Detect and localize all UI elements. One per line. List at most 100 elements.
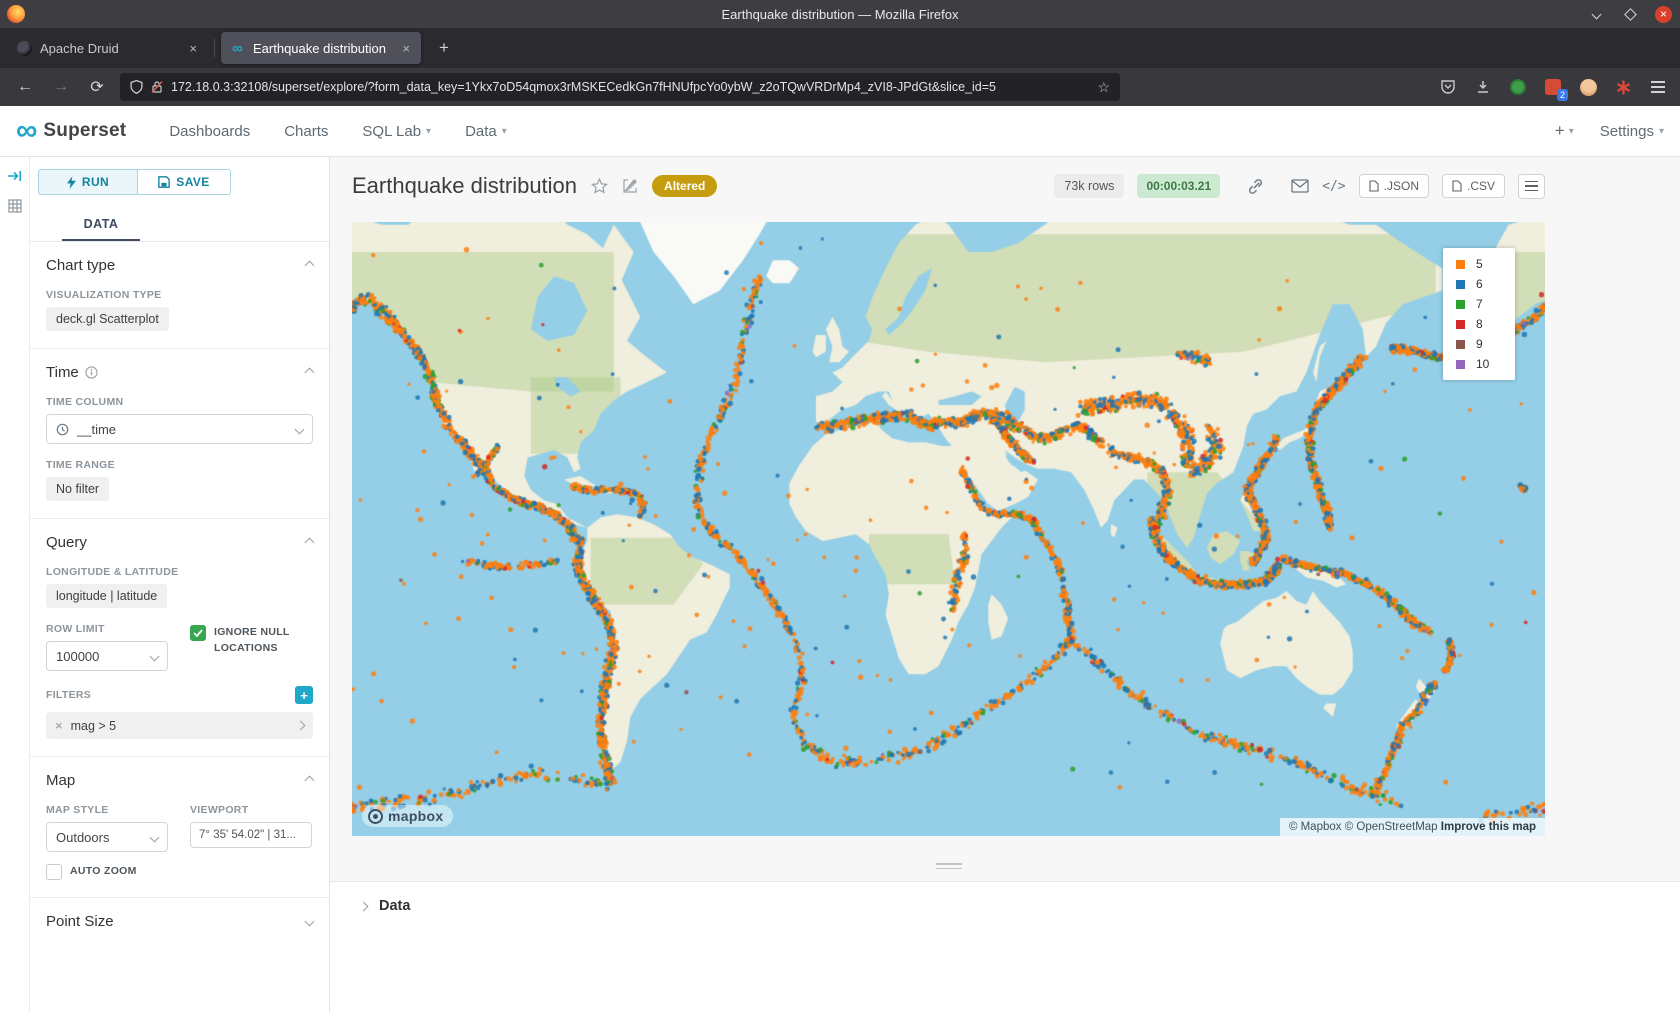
export-csv-button[interactable]: .CSV bbox=[1442, 174, 1505, 198]
ignore-null-checkbox[interactable] bbox=[190, 625, 206, 641]
tab-close-icon[interactable]: × bbox=[400, 41, 412, 56]
edit-properties-icon[interactable] bbox=[622, 178, 638, 194]
nav-dashboards[interactable]: Dashboards bbox=[169, 123, 250, 140]
new-item-menu[interactable]: +▾ bbox=[1555, 121, 1574, 141]
save-icon bbox=[158, 176, 170, 188]
viz-type-label: VISUALIZATION TYPE bbox=[46, 289, 313, 301]
export-json-button[interactable]: .JSON bbox=[1359, 174, 1429, 198]
section-chart-type: Chart type VISUALIZATION TYPE deck.gl Sc… bbox=[30, 242, 329, 349]
toolbar-extensions: 2 bbox=[1438, 77, 1668, 97]
tab-data[interactable]: DATA bbox=[62, 208, 140, 241]
forward-button[interactable]: → bbox=[48, 74, 74, 100]
dataset-grid-icon[interactable] bbox=[8, 199, 22, 213]
reload-button[interactable]: ⟳ bbox=[84, 74, 110, 100]
row-limit-label: ROW LIMIT bbox=[46, 623, 168, 635]
share-link-icon[interactable] bbox=[1247, 178, 1264, 195]
legend-item: 6 bbox=[1456, 277, 1515, 291]
legend-item: 5 bbox=[1456, 257, 1515, 271]
account-avatar-icon[interactable] bbox=[1578, 77, 1598, 97]
time-range-label: TIME RANGE bbox=[46, 459, 313, 471]
mapbox-logo[interactable]: mapbox bbox=[362, 805, 453, 827]
datasource-icon-strip bbox=[0, 157, 30, 1012]
back-button[interactable]: ← bbox=[12, 74, 38, 100]
extension-green-icon[interactable] bbox=[1508, 77, 1528, 97]
section-header[interactable]: Query bbox=[46, 534, 313, 551]
tab-close-icon[interactable]: × bbox=[187, 41, 199, 56]
results-panel-title: Data bbox=[379, 898, 410, 914]
save-button[interactable]: SAVE bbox=[138, 169, 231, 195]
expand-panel-icon[interactable] bbox=[7, 169, 22, 183]
extension-red-asterisk-icon[interactable] bbox=[1613, 77, 1633, 97]
filter-value: mag > 5 bbox=[71, 719, 117, 733]
chevron-up-icon bbox=[305, 538, 315, 548]
bookmark-star-icon[interactable]: ☆ bbox=[1097, 79, 1110, 96]
tab-apache-druid[interactable]: Apache Druid × bbox=[8, 32, 208, 64]
auto-zoom-checkbox[interactable] bbox=[46, 864, 62, 880]
chevron-up-icon bbox=[305, 368, 315, 378]
chevron-down-icon bbox=[150, 832, 160, 842]
app-menu-icon[interactable] bbox=[1648, 77, 1668, 97]
nav-sql-lab[interactable]: SQL Lab▾ bbox=[362, 123, 431, 140]
pocket-icon[interactable] bbox=[1438, 77, 1458, 97]
firefox-logo-icon bbox=[7, 5, 25, 23]
viewport-value[interactable]: 7° 35' 54.02" | 31... bbox=[190, 822, 312, 848]
map-style-select[interactable]: Outdoors bbox=[46, 822, 168, 852]
time-range-value[interactable]: No filter bbox=[46, 477, 109, 501]
row-limit-select[interactable]: 100000 bbox=[46, 641, 168, 671]
section-header[interactable]: Point Size bbox=[46, 913, 313, 930]
brand-name: Superset bbox=[43, 120, 126, 142]
downloads-icon[interactable] bbox=[1473, 77, 1493, 97]
caret-down-icon: ▾ bbox=[1659, 126, 1664, 137]
url-text[interactable]: 172.18.0.3:32108/superset/explore/?form_… bbox=[171, 80, 1089, 94]
section-header[interactable]: Chart type bbox=[46, 257, 313, 274]
window-minimize-button[interactable] bbox=[1587, 5, 1605, 23]
extension-badge: 2 bbox=[1557, 89, 1568, 101]
check-icon bbox=[193, 629, 203, 637]
tracking-protection-shield-icon[interactable] bbox=[130, 80, 143, 94]
results-panel-header[interactable]: Data bbox=[360, 898, 1680, 914]
filter-chip[interactable]: × mag > 5 bbox=[46, 712, 313, 739]
nav-charts[interactable]: Charts bbox=[284, 123, 328, 140]
lonlat-value[interactable]: longitude | latitude bbox=[46, 584, 167, 608]
map-canvas[interactable] bbox=[352, 222, 1545, 836]
explore-control-panel: RUN SAVE DATA Chart type VISUALIZATION T… bbox=[30, 157, 330, 1012]
caret-down-icon: ▾ bbox=[1569, 126, 1574, 137]
time-column-select[interactable]: __time bbox=[46, 414, 313, 444]
section-header[interactable]: Time bbox=[46, 364, 313, 381]
caret-down-icon: ▾ bbox=[502, 126, 507, 137]
settings-menu[interactable]: Settings▾ bbox=[1600, 123, 1664, 140]
add-filter-button[interactable]: + bbox=[295, 686, 313, 704]
window-maximize-button[interactable] bbox=[1621, 5, 1639, 23]
panel-resize-handle[interactable] bbox=[936, 863, 962, 869]
nav-data[interactable]: Data▾ bbox=[465, 123, 507, 140]
section-header[interactable]: Map bbox=[46, 772, 313, 789]
viz-type-value[interactable]: deck.gl Scatterplot bbox=[46, 307, 169, 331]
section-query: Query LONGITUDE & LATITUDE longitude | l… bbox=[30, 519, 329, 757]
deckgl-map[interactable]: 5 6 7 8 9 10 mapbox © Mapbox © OpenStree… bbox=[352, 222, 1545, 836]
extension-blocker-icon[interactable]: 2 bbox=[1543, 77, 1563, 97]
embed-code-icon[interactable]: </> bbox=[1322, 179, 1345, 194]
control-tabs: DATA bbox=[30, 208, 329, 242]
altered-badge[interactable]: Altered bbox=[652, 175, 717, 197]
query-timer-badge: 00:00:03.21 bbox=[1137, 174, 1220, 198]
improve-map-link[interactable]: Improve this map bbox=[1441, 821, 1536, 833]
new-tab-button[interactable]: + bbox=[431, 35, 457, 61]
window-close-button[interactable]: × bbox=[1655, 6, 1672, 23]
file-icon bbox=[1369, 180, 1379, 192]
favorite-star-icon[interactable] bbox=[591, 178, 608, 195]
email-icon[interactable] bbox=[1291, 179, 1309, 193]
url-bar[interactable]: 172.18.0.3:32108/superset/explore/?form_… bbox=[120, 73, 1120, 101]
info-icon bbox=[85, 366, 98, 379]
run-button[interactable]: RUN bbox=[38, 169, 138, 195]
insecure-lock-icon[interactable] bbox=[151, 80, 163, 94]
superset-logo[interactable]: ∞ Superset bbox=[16, 119, 126, 143]
window-titlebar: Earthquake distribution — Mozilla Firefo… bbox=[0, 0, 1680, 28]
remove-filter-icon[interactable]: × bbox=[55, 718, 63, 733]
chart-header: Earthquake distribution Altered 73k rows… bbox=[352, 173, 1545, 199]
superset-infinity-icon: ∞ bbox=[16, 119, 37, 143]
legend-item: 8 bbox=[1456, 317, 1515, 331]
legend-swatch bbox=[1456, 300, 1465, 309]
chart-menu-button[interactable] bbox=[1518, 174, 1545, 199]
chart-container: Earthquake distribution Altered 73k rows… bbox=[330, 157, 1680, 1012]
tab-earthquake-distribution[interactable]: ∞ Earthquake distribution × bbox=[221, 32, 421, 64]
